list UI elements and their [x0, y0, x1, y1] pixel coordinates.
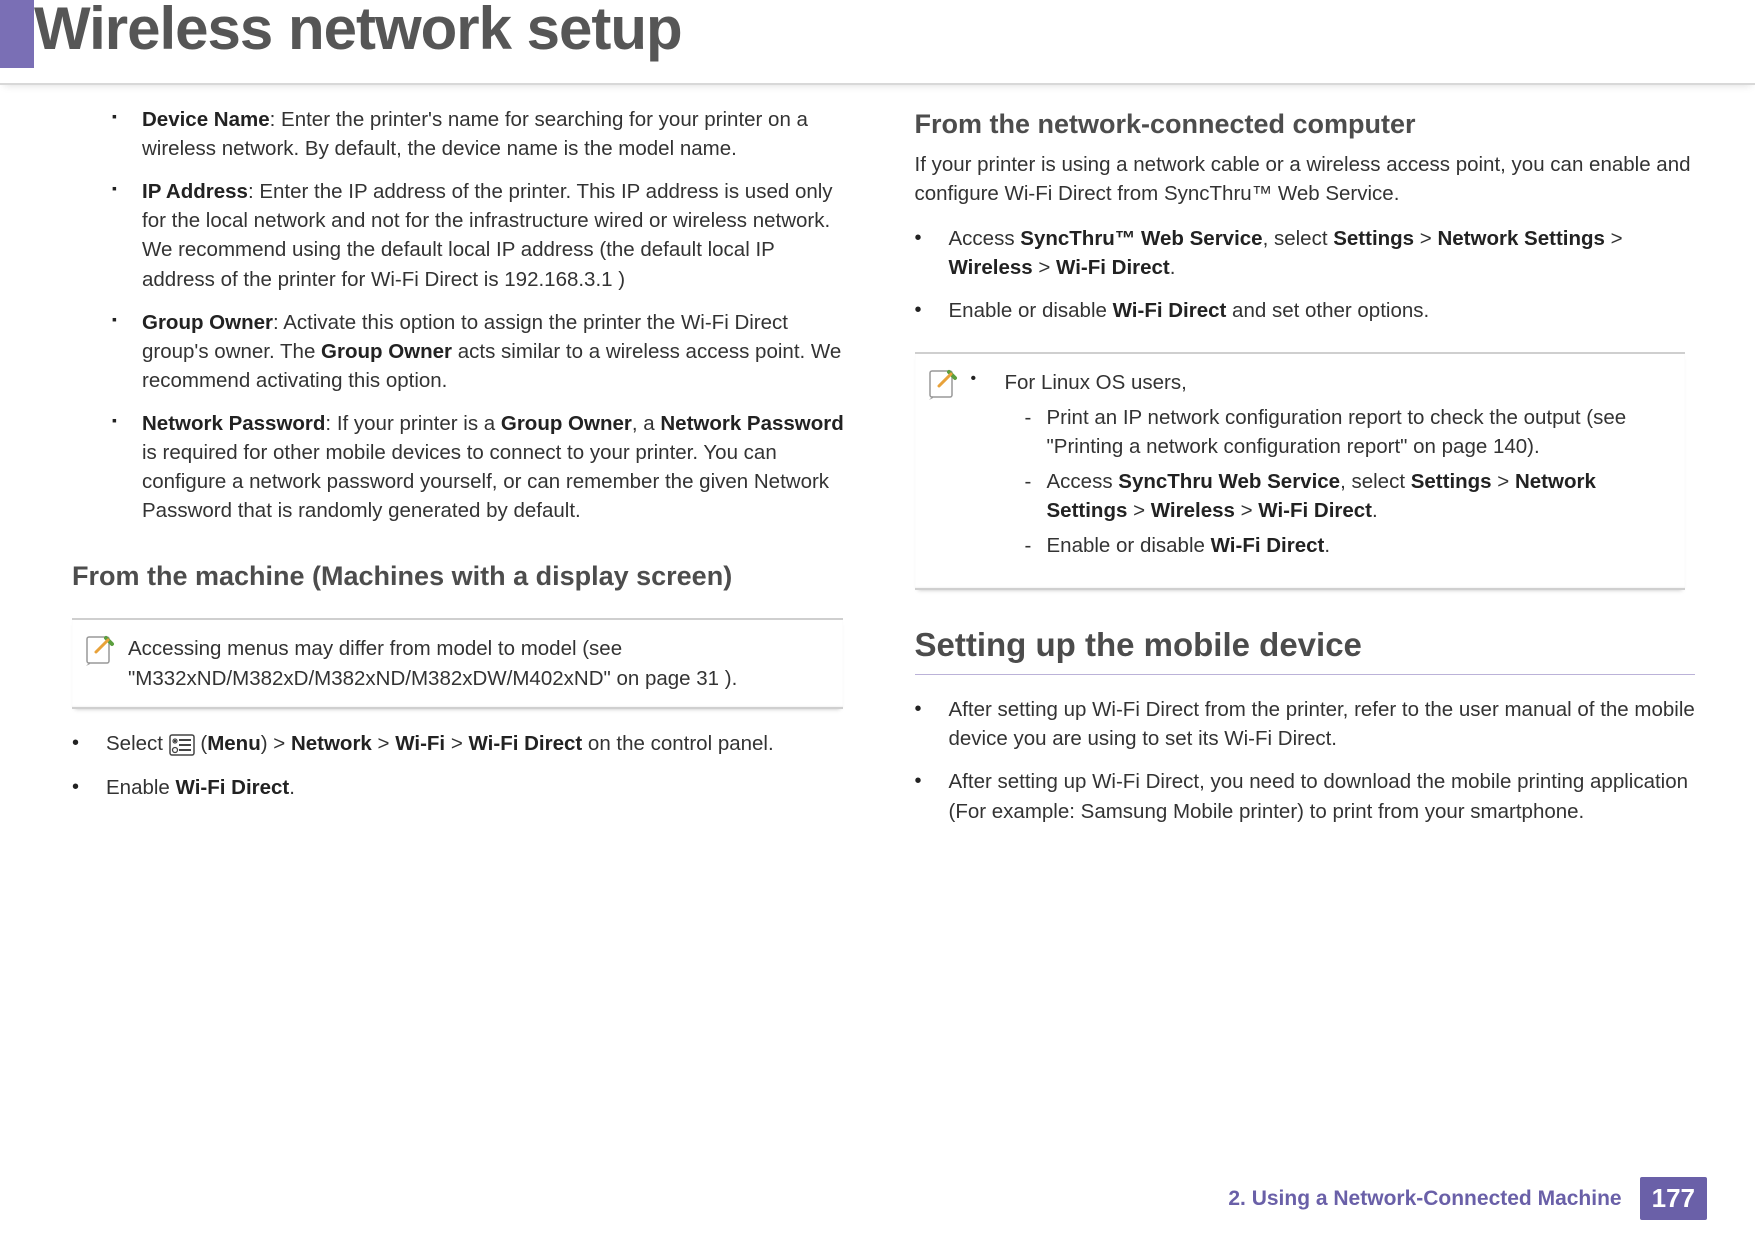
right-column: From the network-connected computer If y…	[903, 105, 1696, 840]
list-text: After setting up Wi-Fi Direct from the p…	[949, 698, 1695, 750]
option-label: IP Address	[142, 180, 248, 203]
option-bold: Group Owner	[321, 340, 452, 363]
dash-text: Access	[1047, 470, 1119, 493]
list-item: IP Address: Enter the IP address of the …	[112, 177, 853, 293]
list-item: For Linux OS users, Print an IP network …	[971, 368, 1676, 561]
dash-text: , select	[1340, 470, 1411, 493]
intro-text: If your printer is using a network cable…	[915, 150, 1696, 208]
footer: 2. Using a Network-Connected Machine 177	[1228, 1177, 1707, 1220]
page-number: 177	[1640, 1177, 1707, 1220]
step-text: on the control panel.	[582, 732, 773, 755]
menu-icon	[169, 730, 195, 759]
list-item: Enable or disable Wi-Fi Direct.	[1025, 531, 1676, 560]
step-bold: Wi-Fi	[395, 732, 445, 755]
list-item: Network Password: If your printer is a G…	[112, 409, 853, 525]
dash-text: .	[1324, 534, 1330, 557]
dash-bold: SyncThru Web Service	[1118, 470, 1340, 493]
option-text: is required for other mobile devices to …	[142, 441, 829, 522]
step-bold: Wi-Fi Direct	[469, 732, 583, 755]
list-item: Enable Wi-Fi Direct.	[72, 773, 853, 802]
option-label: Group Owner	[142, 311, 273, 334]
option-bold: Network Password	[660, 412, 843, 435]
option-label: Network Password	[142, 412, 325, 435]
step-bold: Network Settings	[1437, 227, 1604, 250]
option-label: Device Name	[142, 108, 270, 131]
step-bold: Wi-Fi Direct	[1056, 256, 1170, 279]
option-bold: Group Owner	[501, 412, 632, 435]
chapter-label: 2. Using a Network-Connected Machine	[1228, 1187, 1621, 1211]
list-item: Enable or disable Wi-Fi Direct and set o…	[915, 296, 1696, 325]
step-text: Select	[106, 732, 169, 755]
step-bold: Network	[291, 732, 372, 755]
step-text: Access	[949, 227, 1021, 250]
step-bold: Settings	[1333, 227, 1414, 250]
steps-list: Select (Menu) > Network > Wi-Fi > Wi-Fi …	[60, 729, 853, 802]
step-text: Enable or disable	[949, 299, 1113, 322]
list-item: Access SyncThru Web Service, select Sett…	[1025, 467, 1676, 525]
dash-list: Print an IP network configuration report…	[1005, 403, 1676, 561]
note-head: For Linux OS users,	[1005, 371, 1187, 394]
dash-bold: Wireless	[1151, 499, 1235, 522]
note-box: Accessing menus may differ from model to…	[72, 618, 843, 708]
section-heading: From the network-connected computer	[915, 109, 1696, 140]
list-item: Access SyncThru™ Web Service, select Set…	[915, 224, 1696, 282]
page-title: Wireless network setup	[34, 0, 682, 63]
step-text: .	[289, 776, 295, 799]
header-bar: Wireless network setup	[0, 0, 1755, 85]
step-text: , select	[1263, 227, 1334, 250]
section-heading: From the machine (Machines with a displa…	[72, 561, 853, 592]
step-text: .	[1170, 256, 1176, 279]
mobile-list: After setting up Wi-Fi Direct from the p…	[903, 695, 1696, 825]
list-item: Device Name: Enter the printer's name fo…	[112, 105, 853, 163]
steps-list: Access SyncThru™ Web Service, select Set…	[903, 224, 1696, 325]
dash-bold: Wi-Fi Direct	[1211, 534, 1325, 557]
step-bold: Wi-Fi Direct	[176, 776, 290, 799]
list-text: After setting up Wi-Fi Direct, you need …	[949, 770, 1689, 822]
list-item: Print an IP network configuration report…	[1025, 403, 1676, 461]
option-text: , a	[632, 412, 661, 435]
dash-text: Enable or disable	[1047, 534, 1211, 557]
step-bold: Wi-Fi Direct	[1113, 299, 1227, 322]
note-list: For Linux OS users, Print an IP network …	[971, 368, 1676, 561]
dash-text: .	[1372, 499, 1378, 522]
step-bold: Wireless	[949, 256, 1033, 279]
header-accent	[0, 0, 34, 68]
content-columns: Device Name: Enter the printer's name fo…	[0, 85, 1755, 840]
dash-bold: Wi-Fi Direct	[1258, 499, 1372, 522]
dash-text: Print an IP network configuration report…	[1047, 406, 1627, 458]
step-text: Enable	[106, 776, 176, 799]
list-item: Select (Menu) > Network > Wi-Fi > Wi-Fi …	[72, 729, 853, 759]
left-column: Device Name: Enter the printer's name fo…	[60, 105, 853, 840]
list-item: After setting up Wi-Fi Direct from the p…	[915, 695, 1696, 753]
dash-bold: Settings	[1411, 470, 1492, 493]
list-item: After setting up Wi-Fi Direct, you need …	[915, 767, 1696, 825]
note-text: Accessing menus may differ from model to…	[128, 637, 737, 689]
step-bold: SyncThru™ Web Service	[1020, 227, 1262, 250]
note-box: For Linux OS users, Print an IP network …	[915, 352, 1686, 591]
step-text: and set other options.	[1226, 299, 1429, 322]
note-icon	[82, 634, 116, 668]
note-icon	[925, 368, 959, 402]
option-text: : If your printer is a	[325, 412, 500, 435]
big-heading: Setting up the mobile device	[915, 626, 1696, 675]
step-bold: Menu	[207, 732, 261, 755]
list-item: Group Owner: Activate this option to ass…	[112, 308, 853, 395]
options-list: Device Name: Enter the printer's name fo…	[60, 105, 853, 525]
